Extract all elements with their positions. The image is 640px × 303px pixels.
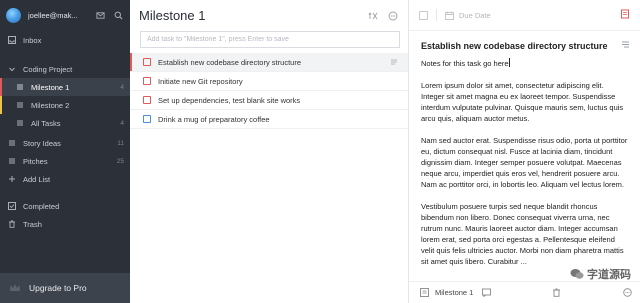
text-cursor bbox=[508, 58, 510, 67]
task-title[interactable]: Establish new codebase directory structu… bbox=[158, 58, 390, 67]
more-options-icon[interactable] bbox=[387, 10, 399, 22]
sidebar-item-label: Coding Project bbox=[23, 64, 73, 74]
sidebar-item-milestone-2[interactable]: Milestone 2 bbox=[0, 96, 130, 114]
inbox-icon bbox=[7, 35, 17, 45]
sidebar-item-label: Trash bbox=[23, 219, 42, 229]
watermark-text: 字道源码 bbox=[587, 269, 631, 281]
add-task-input[interactable] bbox=[147, 36, 393, 43]
note-format-icon[interactable] bbox=[621, 40, 630, 51]
task-row[interactable]: Establish new codebase directory structu… bbox=[130, 53, 408, 72]
comment-icon[interactable] bbox=[481, 288, 491, 298]
sidebar-item-label: Completed bbox=[23, 201, 60, 211]
due-date-label: Due Date bbox=[459, 10, 491, 20]
avatar[interactable] bbox=[6, 8, 21, 23]
sidebar-item-pitches[interactable]: Pitches 25 bbox=[0, 152, 130, 170]
sidebar-item-count: 4 bbox=[120, 83, 124, 91]
notes-paragraph: Lorem ipsum dolor sit amet, consectetur … bbox=[421, 81, 624, 123]
sidebar-item-label: Inbox bbox=[23, 35, 42, 45]
list-icon bbox=[7, 156, 17, 166]
task-checkbox[interactable] bbox=[143, 115, 151, 123]
detail-checkbox[interactable] bbox=[419, 10, 428, 20]
chevron-down-icon[interactable] bbox=[7, 64, 17, 74]
crown-icon bbox=[10, 284, 20, 291]
sidebar: joellee@mak... Inbox Coding Project Mile… bbox=[0, 0, 130, 303]
calendar-icon bbox=[445, 11, 454, 20]
sidebar-spacer bbox=[0, 188, 130, 197]
task-title[interactable]: Initiate new Git repository bbox=[158, 77, 398, 86]
footer-list-name[interactable]: Milestone 1 bbox=[435, 288, 473, 297]
sidebar-spacer bbox=[0, 49, 130, 60]
sidebar-item-label: Pitches bbox=[23, 156, 48, 166]
list-icon bbox=[15, 118, 25, 128]
detail-title[interactable]: Establish new codebase directory structu… bbox=[421, 41, 621, 51]
list-color-bar bbox=[0, 78, 2, 96]
task-title[interactable]: Drink a mug of preparatory coffee bbox=[158, 115, 398, 124]
trash-icon[interactable] bbox=[552, 288, 562, 298]
sidebar-item-label: Milestone 2 bbox=[31, 100, 70, 110]
upgrade-to-pro-button[interactable]: Upgrade to Pro bbox=[0, 273, 130, 303]
account-name[interactable]: joellee@mak... bbox=[28, 11, 88, 20]
priority-bar bbox=[130, 53, 132, 71]
account-header[interactable]: joellee@mak... bbox=[0, 0, 130, 31]
wechat-icon bbox=[570, 269, 584, 279]
list-color-bar bbox=[0, 96, 2, 114]
sidebar-item-count: 25 bbox=[116, 157, 124, 165]
sidebar-item-label: All Tasks bbox=[31, 118, 61, 128]
sidebar-item-trash[interactable]: Trash bbox=[0, 215, 130, 233]
task-row[interactable]: Initiate new Git repository bbox=[130, 72, 408, 91]
sidebar-item-all-tasks[interactable]: All Tasks 4 bbox=[0, 114, 130, 132]
sidebar-item-count: 11 bbox=[117, 139, 124, 147]
task-checkbox[interactable] bbox=[143, 77, 151, 85]
sidebar-item-milestone-1[interactable]: Milestone 1 4 bbox=[0, 78, 130, 96]
notes-paragraph: Nam sed auctor erat. Suspendisse risus o… bbox=[421, 136, 628, 189]
task-title[interactable]: Set up dependencies, test blank site wor… bbox=[158, 96, 398, 105]
priority-flag-icon[interactable] bbox=[620, 9, 630, 21]
task-list-header: Milestone 1 bbox=[130, 0, 408, 31]
task-list-pane: Milestone 1 Establish new codebase direc… bbox=[130, 0, 409, 303]
sidebar-item-completed[interactable]: Completed bbox=[0, 197, 130, 215]
page-title: Milestone 1 bbox=[139, 8, 206, 23]
mail-icon[interactable] bbox=[94, 10, 106, 22]
task-checkbox[interactable] bbox=[143, 96, 151, 104]
detail-toolbar: Due Date bbox=[409, 0, 640, 31]
trash-icon bbox=[7, 219, 17, 229]
task-checkbox[interactable] bbox=[143, 58, 151, 66]
notes-paragraph: Vestibulum posuere turpis sed neque blan… bbox=[421, 202, 624, 266]
task-row[interactable]: Set up dependencies, test blank site wor… bbox=[130, 91, 408, 110]
detail-title-row: Establish new codebase directory structu… bbox=[409, 31, 640, 51]
add-task-box[interactable] bbox=[140, 31, 400, 48]
search-icon[interactable] bbox=[112, 10, 124, 22]
note-icon bbox=[391, 59, 397, 65]
list-icon bbox=[15, 82, 25, 92]
more-options-icon[interactable] bbox=[622, 288, 632, 298]
list-icon bbox=[15, 100, 25, 110]
sidebar-item-inbox[interactable]: Inbox bbox=[0, 31, 130, 49]
divider bbox=[436, 9, 437, 21]
list-icon[interactable] bbox=[419, 288, 429, 298]
sidebar-item-coding-project[interactable]: Coding Project bbox=[0, 60, 130, 78]
sidebar-item-story-ideas[interactable]: Story Ideas 11 bbox=[0, 134, 130, 152]
sidebar-item-count: 4 bbox=[120, 119, 124, 127]
plus-icon bbox=[7, 174, 17, 184]
list-icon bbox=[7, 138, 17, 148]
task-row[interactable]: Drink a mug of preparatory coffee bbox=[130, 110, 408, 129]
sidebar-item-label: Add List bbox=[23, 174, 51, 184]
due-date-picker[interactable]: Due Date bbox=[445, 11, 620, 20]
sidebar-item-label: Story Ideas bbox=[23, 138, 61, 148]
sort-icon[interactable] bbox=[367, 10, 379, 22]
detail-footer: Milestone 1 bbox=[409, 281, 640, 303]
check-square-icon bbox=[7, 201, 17, 211]
notes-first-line: Notes for this task go here bbox=[421, 59, 509, 68]
upgrade-label: Upgrade to Pro bbox=[29, 283, 87, 293]
sidebar-nav: Inbox Coding Project Milestone 1 4 Miles… bbox=[0, 31, 130, 233]
task-detail-pane: Due Date Establish new codebase director… bbox=[409, 0, 640, 303]
sidebar-item-label: Milestone 1 bbox=[31, 82, 70, 92]
sidebar-item-add-list[interactable]: Add List bbox=[0, 170, 130, 188]
